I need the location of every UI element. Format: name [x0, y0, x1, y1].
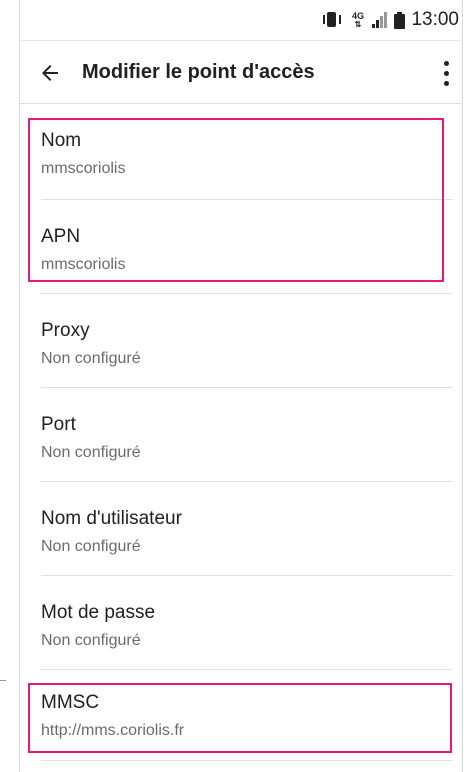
setting-label: Nom — [41, 130, 82, 151]
setting-value: Non configuré — [41, 444, 141, 461]
4g-icon: 4G ⇅ — [351, 10, 364, 29]
more-options-button[interactable] — [433, 57, 459, 89]
setting-username[interactable]: Nom d'utilisateur Non configuré — [20, 482, 461, 574]
setting-value: mmscoriolis — [41, 160, 126, 177]
vibrate-icon — [321, 11, 343, 29]
status-bar: 4G ⇅ 13:00 — [20, 0, 461, 41]
battery-icon — [394, 11, 406, 29]
setting-label: APN — [41, 226, 81, 247]
setting-value: http://mms.coriolis.fr — [41, 722, 185, 739]
back-button[interactable] — [34, 57, 66, 89]
setting-nom[interactable]: Nom mmscoriolis — [20, 104, 461, 196]
arrow-left-icon — [42, 65, 58, 81]
more-vert-icon — [443, 60, 449, 66]
setting-label: Mot de passe — [41, 602, 156, 623]
setting-proxy[interactable]: Proxy Non configuré — [20, 294, 461, 386]
setting-value: mmscoriolis — [41, 256, 126, 273]
setting-label: Proxy — [41, 320, 90, 341]
setting-value: Non configuré — [41, 632, 141, 649]
setting-value: Non configuré — [41, 538, 141, 555]
setting-label: Nom d'utilisateur — [41, 508, 182, 529]
setting-mmsc[interactable]: MMSC http://mms.coriolis.fr — [20, 666, 461, 758]
app-bar: Modifier le point d'accès — [20, 41, 461, 104]
setting-label: Port — [41, 414, 76, 435]
signal-icon — [372, 11, 388, 29]
edge-marker — [0, 680, 6, 681]
setting-port[interactable]: Port Non configuré — [20, 388, 461, 480]
status-time: 13:00 — [411, 9, 459, 30]
status-icons: 4G ⇅ 13:00 — [321, 0, 459, 40]
page-title: Modifier le point d'accès — [82, 61, 315, 83]
setting-apn[interactable]: APN mmscoriolis — [20, 200, 461, 292]
divider — [41, 760, 453, 761]
setting-value: Non configuré — [41, 350, 141, 367]
setting-password[interactable]: Mot de passe Non configuré — [20, 576, 461, 668]
setting-label: MMSC — [41, 692, 100, 713]
